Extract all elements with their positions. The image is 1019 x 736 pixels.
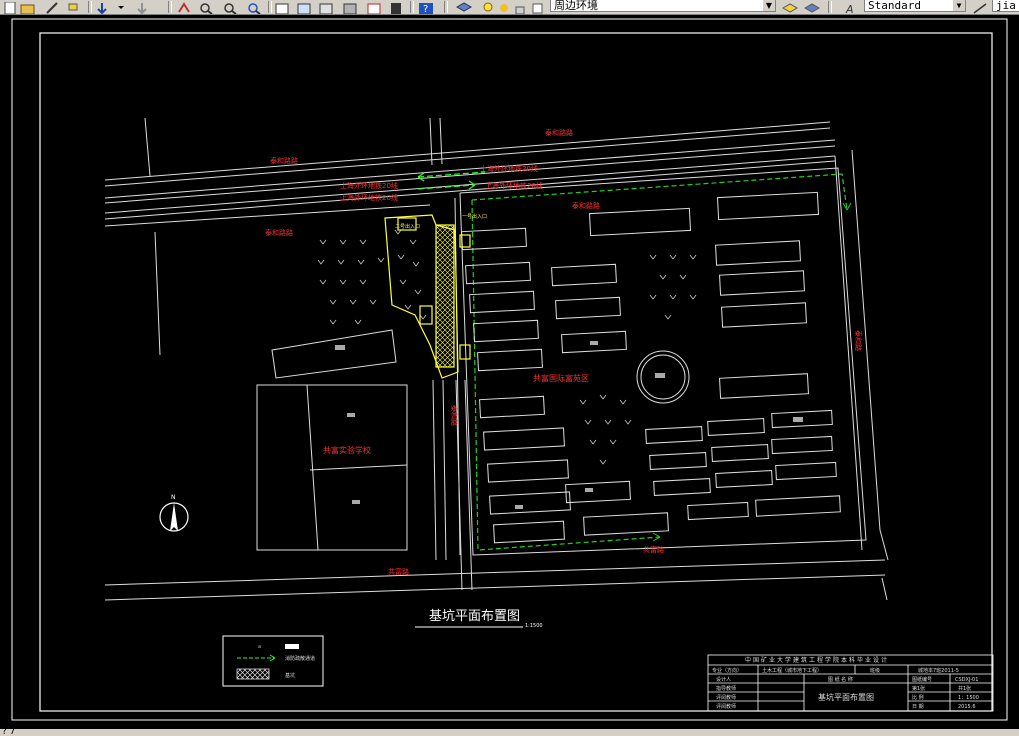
command-line[interactable]: ? 7 (0, 729, 1019, 736)
command-line-text: ? 7 (2, 729, 16, 736)
road-label-north-left: 泰和路路 (270, 156, 298, 165)
redo-icon[interactable] (134, 0, 150, 14)
compass-label: N (171, 494, 176, 501)
pan-icon[interactable] (176, 0, 192, 13)
tb-header: 中国矿业大学建筑工程学院本科毕业设计 (745, 656, 889, 664)
text-style-icon[interactable]: A (844, 0, 860, 15)
area-label-community: 共富国际富苑区 (533, 373, 589, 383)
layer-select[interactable]: 周边环境 ▼ (550, 0, 776, 12)
dim-style-select[interactable]: jia (992, 0, 1019, 12)
legend: a 消防疏散通道 基坑 (222, 635, 324, 687)
foundation-pit (384, 214, 471, 379)
legend-symbol-a: a (258, 644, 261, 650)
sheet-set-icon[interactable] (342, 0, 358, 14)
road-label-north-top: 泰和路路 (545, 128, 573, 137)
toolbar: ? 周边环境 ▼ A Standard ▼ jia (0, 0, 1019, 15)
help-icon[interactable]: ? (418, 0, 434, 15)
entrance-2-label: 二号出入口 (395, 223, 420, 230)
road-label-metro-lower: 上海外环地铁20线 (340, 193, 398, 202)
tb-advisor-label: 指导教师 (716, 685, 736, 692)
undo-icon[interactable] (94, 0, 110, 14)
lightbulb-icon[interactable] (480, 0, 496, 13)
road-label-east: 泰和路 (854, 330, 863, 351)
pencil-icon[interactable] (44, 0, 60, 14)
legend-pit-swatch (236, 668, 270, 680)
lock-icon[interactable] (512, 0, 528, 14)
chevron-down-icon[interactable]: ▼ (953, 0, 965, 11)
tb-drawing-no-value: CSDXJ-01 (955, 677, 978, 683)
tb-date-value: 2015.6 (958, 704, 976, 710)
layer-previous-icon[interactable] (803, 0, 821, 13)
road-label-metro-right-upper: 上海外环地铁20线 (480, 164, 538, 173)
tb-designer-label: 设计人 (716, 676, 731, 683)
make-current-layer-icon[interactable] (781, 0, 799, 13)
cad-drawing: 泰和路路 泰和路路 上海外环地铁20线 上海外环地铁20线 上海外环地铁20线 … (11, 18, 1008, 721)
tb-major-value: 土木工程（城市地下工程） (762, 667, 822, 674)
calculator-icon[interactable] (388, 0, 404, 14)
svg-text:?: ? (423, 4, 428, 15)
sun-icon[interactable] (496, 0, 512, 13)
tb-major-label: 专业（方向） (712, 667, 742, 674)
road-label-south-left: 泰和路路 (265, 228, 293, 237)
legend-pit-label: 基坑 (285, 672, 295, 679)
area-label-school: 共富实验学校 (323, 445, 371, 455)
text-style-value: Standard (868, 0, 921, 12)
tb-category-label: 第1张 (912, 685, 925, 692)
tb-date-label: 日 期 (912, 704, 924, 710)
road-label-south-right: 共富路 (643, 545, 664, 554)
drawing-title: 基坑平面布置图 (429, 609, 520, 624)
layer-color-icon[interactable] (530, 0, 546, 14)
dimension-style-icon[interactable] (972, 0, 988, 14)
trees (317, 229, 697, 465)
road-label-west: 泰和路 (450, 405, 459, 426)
tb-drawing-no-label: 图纸编号 (912, 676, 932, 683)
road-label-north-mid: 泰和路路 (572, 201, 600, 210)
zoom-window-icon[interactable] (222, 0, 238, 14)
tb-sheet-title: 基坑平面布置图 (818, 692, 874, 702)
drawing-canvas[interactable]: 泰和路路 泰和路路 上海外环地铁20线 上海外环地铁20线 上海外环地铁20线 … (0, 15, 1019, 731)
entrance-1-label: 一号出入口 (462, 213, 487, 220)
tb-scale-label: 比 例 (912, 694, 924, 701)
layer-manager-icon[interactable] (455, 0, 473, 13)
design-center-icon[interactable] (296, 0, 312, 14)
tb-review2-label: 评阅教师 (716, 703, 736, 710)
north-arrow-icon: N (159, 494, 189, 532)
markup-icon[interactable] (366, 0, 382, 14)
text-style-select[interactable]: Standard ▼ (864, 0, 966, 12)
tb-grade-value: 城地本7班2011-5 (918, 667, 959, 674)
tb-scale-value: 1：1500 (958, 695, 979, 701)
tb-grade-label: 班级 (870, 667, 880, 674)
legend-building-swatch (285, 644, 299, 649)
road-label-metro-right-lower: 上海外环地铁20线 (485, 181, 543, 190)
dim-style-value: jia (996, 0, 1016, 12)
drawing-scale: 1:1500 (525, 623, 543, 629)
tb-review-label: 评阅教师 (716, 694, 736, 701)
buildings (256, 191, 841, 551)
properties-icon[interactable] (274, 0, 290, 14)
zoom-previous-icon[interactable] (246, 0, 262, 14)
zoom-realtime-icon[interactable] (198, 0, 214, 14)
road-label-south: 共富路 (388, 567, 409, 576)
tb-category-value: 共1张 (958, 685, 971, 692)
chevron-down-icon[interactable]: ▼ (763, 0, 775, 11)
roads (104, 117, 889, 601)
svg-text:A: A (845, 3, 854, 15)
tool-palette-icon[interactable] (318, 0, 334, 14)
undo-dropdown-icon[interactable] (116, 0, 132, 13)
brush-icon[interactable] (66, 0, 82, 13)
tb-drawing-name-label: 图 纸 名 称 (828, 676, 853, 683)
legend-evac-label: 消防疏散通道 (285, 655, 315, 662)
road-label-metro-upper: 上海外环地铁20线 (340, 181, 398, 190)
layer-select-value: 周边环境 (554, 0, 598, 12)
building-markers (335, 341, 803, 509)
new-icon[interactable] (2, 0, 18, 14)
open-icon[interactable] (20, 0, 36, 14)
